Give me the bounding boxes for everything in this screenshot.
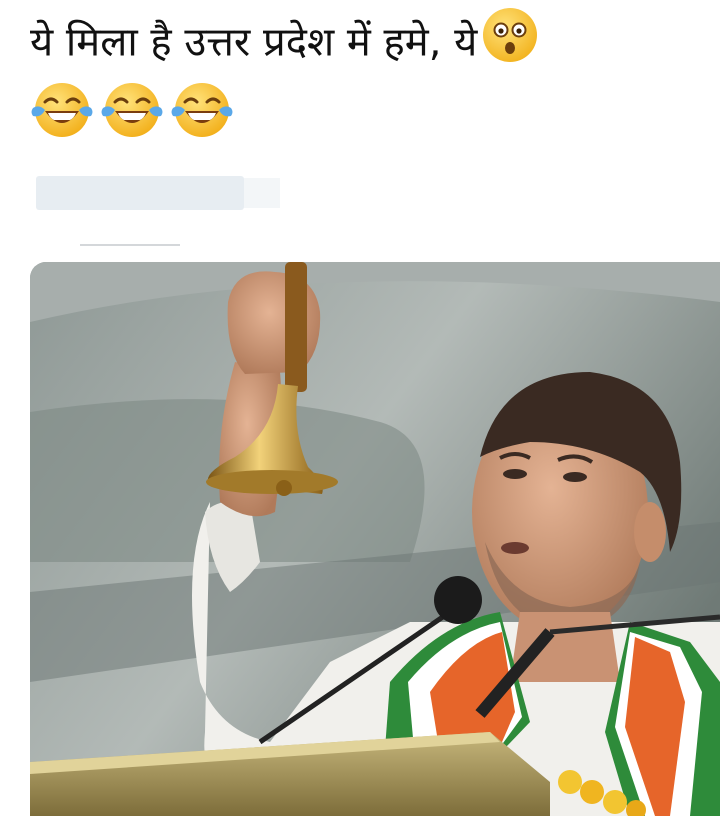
reaction-emoji-row <box>30 78 234 142</box>
post-caption: ये मिला है उत्तर प्रदेश में हमे, ये <box>30 6 700 83</box>
tears-of-joy-icon <box>100 78 164 142</box>
tears-of-joy-icon <box>170 78 234 142</box>
caption-text: ये मिला है उत्तर प्रदेश में हमे, ये <box>30 19 478 66</box>
post-photo[interactable] <box>30 262 720 816</box>
section-divider <box>80 244 180 246</box>
redacted-text-bar <box>36 176 244 210</box>
astonished-face-icon <box>481 6 539 83</box>
tears-of-joy-icon <box>30 78 94 142</box>
redacted-text-fade <box>244 178 280 208</box>
